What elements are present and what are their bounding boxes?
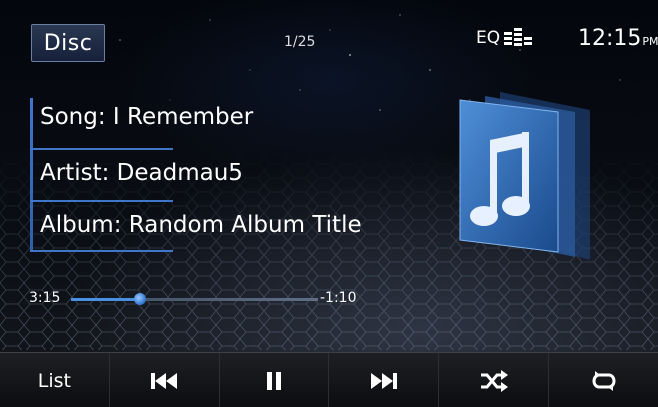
info-divider bbox=[30, 250, 173, 252]
source-button[interactable]: Disc bbox=[31, 24, 105, 62]
media-player-screen: Disc 1/25 EQ 12:15PM Song: I Remember Ar… bbox=[0, 0, 658, 407]
elapsed-time: 3:15 bbox=[29, 290, 61, 306]
clock-time: 12:15 bbox=[578, 26, 642, 51]
info-divider bbox=[30, 200, 173, 202]
clock-ampm: PM bbox=[642, 35, 658, 48]
shuffle-icon bbox=[480, 369, 508, 392]
album-art-music-note-icon bbox=[459, 92, 590, 260]
playback-control-bar: List bbox=[0, 352, 658, 407]
equalizer-icon bbox=[504, 28, 533, 46]
remaining-time: -1:10 bbox=[320, 290, 357, 306]
pause-icon bbox=[267, 371, 282, 390]
previous-track-icon bbox=[151, 372, 178, 389]
list-button[interactable]: List bbox=[0, 353, 110, 407]
repeat-button[interactable] bbox=[549, 353, 658, 407]
info-divider bbox=[30, 148, 173, 150]
clock: 12:15PM bbox=[578, 26, 658, 51]
previous-track-button[interactable] bbox=[110, 353, 220, 407]
artist-name: Artist: Deadmau5 bbox=[40, 160, 243, 186]
song-title: Song: I Remember bbox=[40, 104, 254, 130]
track-counter: 1/25 bbox=[284, 34, 316, 50]
repeat-icon bbox=[592, 370, 616, 391]
info-accent-rail bbox=[30, 98, 33, 250]
next-track-button[interactable] bbox=[329, 353, 440, 407]
progress-track[interactable] bbox=[71, 293, 318, 305]
eq-button[interactable]: EQ bbox=[476, 28, 534, 48]
eq-label: EQ bbox=[476, 28, 501, 48]
shuffle-button[interactable] bbox=[439, 353, 550, 407]
list-label: List bbox=[37, 369, 72, 392]
pause-button[interactable] bbox=[220, 353, 330, 407]
progress-fill bbox=[71, 298, 141, 301]
album-title: Album: Random Album Title bbox=[40, 212, 362, 238]
next-track-icon bbox=[370, 372, 397, 389]
